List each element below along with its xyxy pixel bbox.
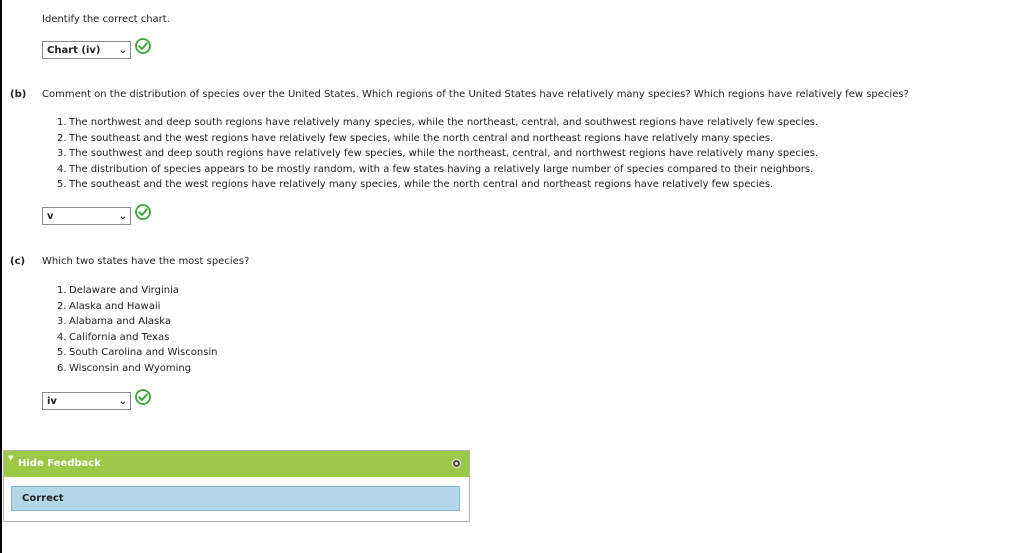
part-c-options: 1. Delaware and Virginia 2. Alaska and Haw… bbox=[57, 283, 218, 376]
chart-select[interactable]: Chart (iv) ⌄ bbox=[42, 41, 131, 59]
list-item: 5. The southeast and the west regions hav… bbox=[57, 179, 774, 190]
circle-close-icon[interactable] bbox=[452, 459, 461, 468]
chevron-down-icon: ⌄ bbox=[118, 395, 127, 407]
feedback-panel: ▼ Hide Feedback Correct bbox=[3, 450, 470, 522]
part-c-label: (c) bbox=[10, 256, 26, 267]
hide-feedback-toggle[interactable]: Hide Feedback bbox=[18, 458, 101, 469]
list-item: 6. Wisconsin and Wyoming bbox=[57, 362, 192, 374]
chevron-down-icon: ⌄ bbox=[118, 210, 127, 222]
list-item: 1. The northwest and deep south regions h… bbox=[57, 117, 819, 128]
feedback-result: Correct bbox=[22, 493, 64, 504]
question-intro: Identify the correct chart. bbox=[42, 14, 170, 25]
chevron-down-icon: ⌄ bbox=[118, 44, 127, 56]
triangle-down-icon: ▼ bbox=[8, 454, 14, 462]
list-item: 2. The southeast and the west regions hav… bbox=[57, 132, 774, 144]
list-item: 2. Alaska and Hawaii bbox=[57, 300, 161, 312]
check-circle-icon bbox=[135, 204, 151, 220]
list-item: 4. California and Texas bbox=[57, 331, 170, 343]
list-item: 3. The southwest and deep south regions h… bbox=[57, 148, 819, 159]
list-item: 1. Delaware and Virginia bbox=[57, 285, 179, 296]
left-border bbox=[0, 0, 2, 553]
part-c-question: Which two states have the most species? bbox=[42, 256, 250, 267]
list-item: 5. South Carolina and Wisconsin bbox=[57, 347, 218, 358]
part-b-label: (b) bbox=[10, 89, 27, 100]
check-circle-icon bbox=[135, 38, 151, 54]
part-b-select[interactable]: v ⌄ bbox=[42, 207, 131, 225]
check-circle-icon bbox=[135, 389, 151, 405]
part-b-options: 1. The northwest and deep south regions h… bbox=[57, 115, 818, 193]
list-item: 3. Alabama and Alaska bbox=[57, 316, 171, 327]
part-b-question: Comment on the distribution of species o… bbox=[42, 89, 909, 100]
feedback-header[interactable]: ▼ Hide Feedback bbox=[4, 451, 469, 477]
part-b-select-value: v bbox=[47, 210, 54, 222]
chart-select-value: Chart (iv) bbox=[47, 44, 101, 56]
feedback-result-box: Correct bbox=[11, 486, 460, 511]
part-c-select[interactable]: iv ⌄ bbox=[42, 392, 131, 410]
part-c-select-value: iv bbox=[47, 395, 57, 407]
list-item: 4. The distribution of species appears to… bbox=[57, 163, 814, 175]
